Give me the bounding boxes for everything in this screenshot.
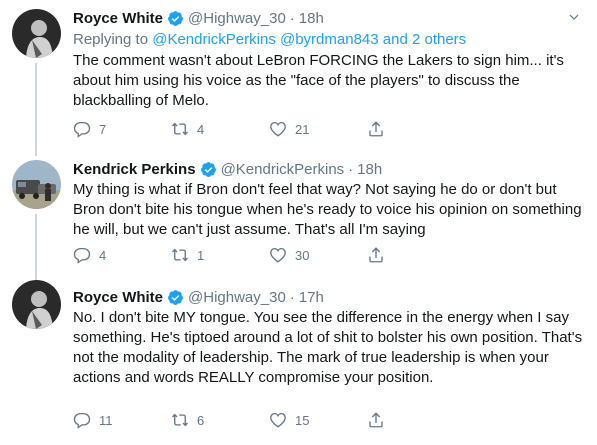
author-name[interactable]: Royce White [73, 289, 163, 306]
tweet-text: My thing is what if Bron don't feel that… [73, 181, 582, 238]
tweet[interactable]: Royce White @Highway_30 · 18h Replying t… [0, 0, 597, 150]
reply-count: 11 [99, 412, 113, 428]
tweet-text: No. I don't bite MY tongue. You see the … [73, 309, 583, 386]
like-count: 30 [295, 247, 310, 263]
replying-to-label: Replying to [73, 31, 149, 48]
like-icon [269, 120, 287, 138]
reply-count: 7 [99, 121, 107, 137]
tweet-actions: 4 1 30 [73, 246, 397, 264]
author-name[interactable]: Royce White [73, 10, 163, 27]
like-count: 21 [295, 121, 310, 137]
tweet[interactable]: Kendrick Perkins @KendrickPerkins · 18h … [0, 150, 597, 280]
retweet-icon [171, 411, 189, 429]
share-icon [367, 411, 385, 429]
share-button[interactable] [367, 246, 397, 264]
reply-button[interactable]: 4 [73, 246, 171, 264]
separator: · [289, 9, 295, 27]
reply-icon [73, 411, 91, 429]
reply-icon [73, 120, 91, 138]
like-icon [269, 411, 287, 429]
author-handle[interactable]: @Highway_30 [188, 289, 286, 306]
tweet-text: The comment wasn't about LeBron FORCING … [73, 52, 564, 109]
share-button[interactable] [367, 411, 397, 429]
retweet-button[interactable]: 6 [171, 411, 269, 429]
timestamp[interactable]: 18h [299, 10, 324, 27]
reply-button[interactable]: 7 [73, 120, 171, 138]
tweet-actions: 7 4 21 [73, 120, 397, 138]
like-icon [269, 246, 287, 264]
reply-count: 4 [99, 247, 107, 263]
verified-badge-icon [200, 161, 217, 178]
share-button[interactable] [367, 120, 397, 138]
avatar[interactable] [12, 160, 61, 209]
reply-icon [73, 246, 91, 264]
chevron-down-icon[interactable] [567, 10, 581, 24]
share-icon [367, 120, 385, 138]
tweet[interactable]: Royce White @Highway_30 · 17h No. I don'… [0, 280, 597, 445]
like-count: 15 [295, 412, 310, 428]
verified-badge-icon [167, 289, 184, 306]
avatar[interactable] [12, 9, 61, 58]
separator: · [289, 288, 295, 306]
replying-to-users-link[interactable]: @KendrickPerkins @byrdman843 and 2 other… [152, 31, 466, 48]
separator: · [348, 160, 354, 178]
retweet-icon [171, 120, 189, 138]
retweet-button[interactable]: 4 [171, 120, 269, 138]
author-handle[interactable]: @KendrickPerkins [221, 161, 345, 178]
retweet-icon [171, 246, 189, 264]
retweet-count: 6 [197, 412, 205, 428]
verified-badge-icon [167, 10, 184, 27]
like-button[interactable]: 15 [269, 411, 367, 429]
replying-to: Replying to @KendrickPerkins @byrdman843… [73, 30, 585, 49]
share-icon [367, 246, 385, 264]
reply-button[interactable]: 11 [73, 411, 171, 429]
like-button[interactable]: 21 [269, 120, 367, 138]
tweet-actions: 11 6 15 [73, 411, 397, 429]
retweet-count: 1 [197, 247, 205, 263]
author-name[interactable]: Kendrick Perkins [73, 161, 196, 178]
author-handle[interactable]: @Highway_30 [188, 10, 286, 27]
timestamp[interactable]: 17h [299, 289, 324, 306]
retweet-count: 4 [197, 121, 205, 137]
like-button[interactable]: 30 [269, 246, 367, 264]
retweet-button[interactable]: 1 [171, 246, 269, 264]
timestamp[interactable]: 18h [357, 161, 382, 178]
avatar[interactable] [12, 280, 61, 329]
